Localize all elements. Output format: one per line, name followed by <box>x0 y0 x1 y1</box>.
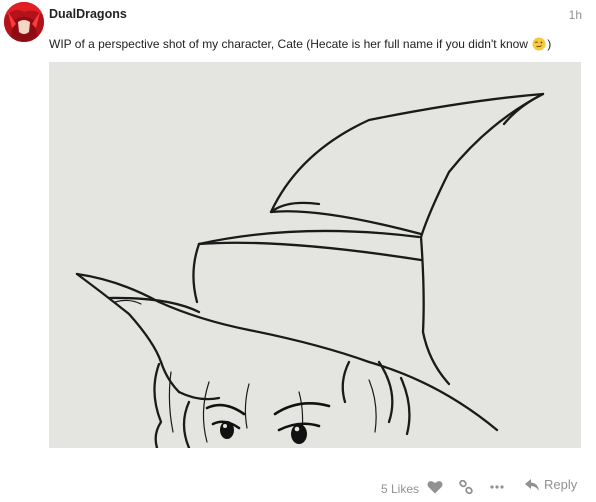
wink-emoji-icon <box>532 37 546 51</box>
post: DualDragons 1h WIP of a perspective shot… <box>0 0 596 500</box>
likes-count[interactable]: 5 Likes <box>381 482 419 496</box>
heart-icon[interactable] <box>427 480 443 494</box>
post-actions: 5 Likes Reply <box>0 472 596 502</box>
witch-hat-sketch <box>49 62 581 448</box>
avatar[interactable] <box>4 2 44 42</box>
avatar-image <box>4 2 44 42</box>
post-image[interactable] <box>49 62 581 448</box>
link-icon[interactable] <box>459 480 473 494</box>
post-text-end: ) <box>547 37 552 51</box>
more-icon[interactable] <box>490 485 504 489</box>
post-text: WIP of a perspective shot of my characte… <box>49 37 532 51</box>
reply-icon <box>525 478 539 491</box>
post-time[interactable]: 1h <box>569 8 582 22</box>
username[interactable]: DualDragons <box>49 7 127 21</box>
reply-label: Reply <box>544 477 578 492</box>
post-body: WIP of a perspective shot of my characte… <box>49 37 551 51</box>
reply-button[interactable]: Reply <box>525 477 577 492</box>
